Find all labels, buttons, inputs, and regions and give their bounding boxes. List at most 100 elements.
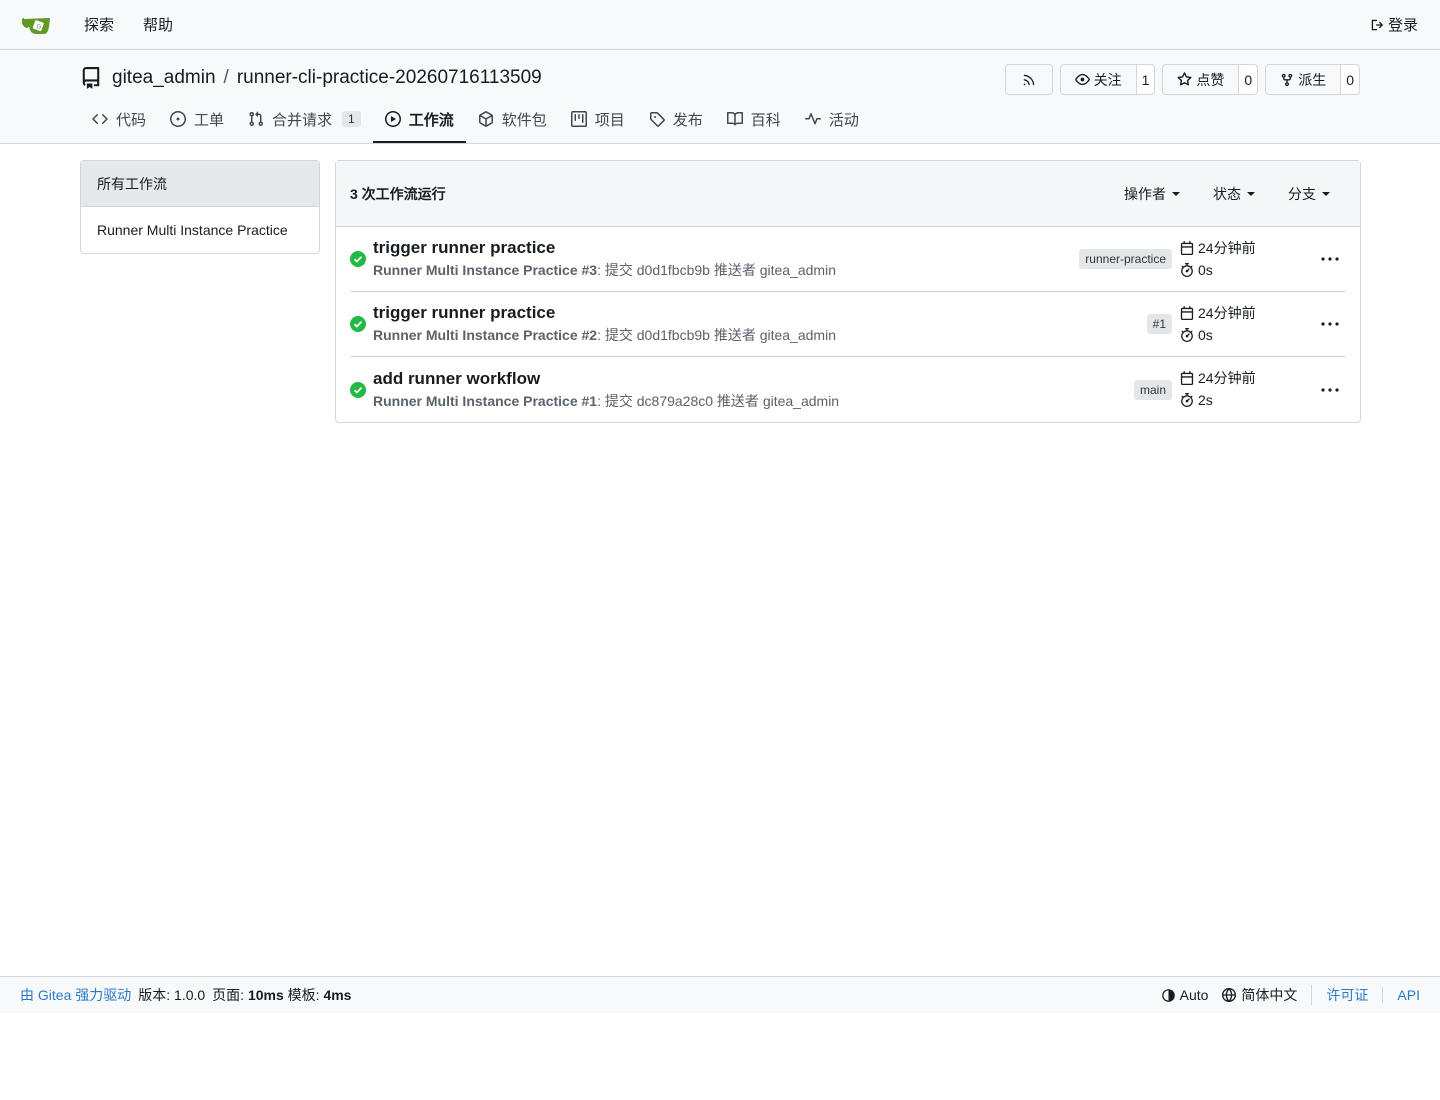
globe-icon <box>1222 988 1237 1002</box>
repo-header: gitea_admin / runner-cli-practice-202607… <box>0 50 1440 144</box>
repo-name-link[interactable]: runner-cli-practice-20260716113509 <box>237 67 542 89</box>
filter-label: 状态 <box>1213 185 1241 202</box>
page-time-value: 10ms <box>247 987 284 1003</box>
run-workflow-name: Runner Multi Instance Practice #3 <box>373 262 598 278</box>
license-link[interactable]: 许可证 <box>1311 985 1382 1005</box>
run-item: trigger runner practice Runner Multi Ins… <box>350 227 1346 292</box>
stopwatch-icon <box>1181 393 1193 407</box>
watch-button-group[interactable]: 关注 1 <box>1059 64 1156 95</box>
template-time-value: 4ms <box>323 987 352 1003</box>
repo-tabs: 代码 工单 合并请求 1 工作流 软件包 项目 发布 百科 活动 <box>80 97 871 143</box>
branch-filter-dropdown[interactable]: 分支 <box>1288 184 1330 204</box>
nav-explore-link[interactable]: 探索 <box>84 14 114 35</box>
run-commit-detail: : 提交 dc879a28c0 推送者 gitea_admin <box>597 392 840 409</box>
footer-left: 由 Gitea 强力驱动 版本: 1.0.0 页面: 10ms 模板: 4ms <box>20 985 351 1005</box>
kebab-menu-icon[interactable] <box>1320 380 1340 400</box>
gitea-logo-icon[interactable]: G <box>22 13 54 37</box>
tab-pull-requests[interactable]: 合并请求 1 <box>236 97 373 143</box>
login-label: 登录 <box>1387 17 1418 34</box>
sidebar-item-workflow[interactable]: Runner Multi Instance Practice <box>81 207 319 253</box>
stopwatch-icon <box>1181 263 1193 277</box>
sidebar-item-all-workflows[interactable]: 所有工作流 <box>81 161 319 207</box>
star-count[interactable]: 0 <box>1238 65 1258 94</box>
tab-label: 工作流 <box>408 111 454 129</box>
book-icon <box>726 111 743 126</box>
star-icon <box>1177 72 1192 86</box>
api-link[interactable]: API <box>1382 987 1420 1003</box>
watch-button[interactable]: 关注 <box>1061 65 1136 94</box>
star-label: 点赞 <box>1196 71 1225 88</box>
run-meta: 24分钟前 0s <box>1180 302 1256 346</box>
run-branch-label[interactable]: runner-practice <box>1079 249 1172 269</box>
top-navbar: G 探索 帮助 登录 <box>0 0 1440 50</box>
star-button[interactable]: 点赞 <box>1163 65 1238 94</box>
fork-button[interactable]: 派生 <box>1266 65 1340 94</box>
repo-title: gitea_admin / runner-cli-practice-202607… <box>80 66 542 90</box>
success-check-icon <box>350 316 366 332</box>
repo-separator: / <box>223 67 229 88</box>
tab-projects[interactable]: 项目 <box>559 97 637 143</box>
runs-filters: 操作者 状态 分支 <box>1124 184 1346 204</box>
tab-releases[interactable]: 发布 <box>637 97 715 143</box>
tab-activity[interactable]: 活动 <box>793 97 871 143</box>
filter-label: 操作者 <box>1124 185 1166 202</box>
success-check-icon <box>350 381 366 398</box>
footer-right: Auto 简体中文 许可证 API <box>1148 985 1420 1005</box>
run-commit-detail: : 提交 d0d1fbcb9b 推送者 gitea_admin <box>597 327 836 343</box>
license-label: 许可证 <box>1326 987 1369 1003</box>
svg-text:G: G <box>37 23 42 30</box>
star-button-group[interactable]: 点赞 0 <box>1162 64 1259 95</box>
tab-label: 发布 <box>672 111 703 129</box>
success-check-icon <box>350 251 366 267</box>
run-meta: 24分钟前 0s <box>1180 237 1256 281</box>
tab-label: 活动 <box>828 111 859 129</box>
stopwatch-icon <box>1181 328 1193 342</box>
caret-down-icon <box>1172 191 1180 196</box>
tab-label: 百科 <box>750 111 781 129</box>
pull-request-icon <box>249 111 264 127</box>
issue-icon <box>170 111 187 127</box>
tab-label: 项目 <box>594 111 625 129</box>
workflow-sidebar: 所有工作流 Runner Multi Instance Practice <box>80 160 320 254</box>
run-item: add runner workflow Runner Multi Instanc… <box>350 357 1346 422</box>
filter-label: 分支 <box>1288 185 1316 202</box>
fork-button-group[interactable]: 派生 0 <box>1265 64 1360 95</box>
run-workflow-name: Runner Multi Instance Practice #2 <box>373 327 598 343</box>
powered-by-link[interactable]: 由 Gitea 强力驱动 <box>20 985 131 1005</box>
template-time-label: 模板: <box>287 987 320 1003</box>
theme-switcher[interactable]: Auto <box>1148 987 1223 1003</box>
run-branch-label[interactable]: #1 <box>1146 314 1172 334</box>
repo-icon <box>80 66 102 90</box>
page-footer: 由 Gitea 强力驱动 版本: 1.0.0 页面: 10ms 模板: 4ms … <box>0 976 1440 1013</box>
tab-wiki[interactable]: 百科 <box>715 97 793 143</box>
watch-count[interactable]: 1 <box>1135 65 1155 94</box>
status-filter-dropdown[interactable]: 状态 <box>1213 184 1255 204</box>
tab-packages[interactable]: 软件包 <box>466 97 559 143</box>
tab-actions[interactable]: 工作流 <box>372 97 466 143</box>
nav-help-link[interactable]: 帮助 <box>143 14 173 35</box>
kebab-menu-icon[interactable] <box>1320 249 1340 269</box>
repo-owner-link[interactable]: gitea_admin <box>112 67 216 89</box>
run-meta: 24分钟前 2s <box>1180 367 1256 411</box>
rss-button[interactable] <box>1004 64 1053 95</box>
tab-code[interactable]: 代码 <box>80 97 158 143</box>
fork-label: 派生 <box>1298 71 1327 88</box>
run-duration: 0s <box>1198 327 1213 343</box>
fork-icon <box>1281 73 1293 86</box>
workflow-runs-panel: 3 次工作流运行 操作者 状态 分支 trigger runner practi… <box>335 160 1361 423</box>
fork-count[interactable]: 0 <box>1340 65 1359 94</box>
pull-request-count-badge: 1 <box>342 111 361 127</box>
calendar-icon <box>1180 241 1194 255</box>
sign-in-icon <box>1371 19 1384 30</box>
run-branch-label[interactable]: main <box>1133 379 1172 400</box>
run-commit-detail: : 提交 d0d1fbcb9b 推送者 gitea_admin <box>597 262 836 278</box>
tab-issues[interactable]: 工单 <box>158 97 236 143</box>
actor-filter-dropdown[interactable]: 操作者 <box>1124 184 1180 204</box>
calendar-icon <box>1180 371 1194 385</box>
runs-count-title: 3 次工作流运行 <box>350 185 446 202</box>
runs-header: 3 次工作流运行 操作者 状态 分支 <box>336 161 1360 227</box>
kebab-menu-icon[interactable] <box>1320 314 1340 334</box>
login-link[interactable]: 登录 <box>1370 14 1418 35</box>
caret-down-icon <box>1322 191 1330 196</box>
language-switcher[interactable]: 简体中文 <box>1222 985 1311 1005</box>
